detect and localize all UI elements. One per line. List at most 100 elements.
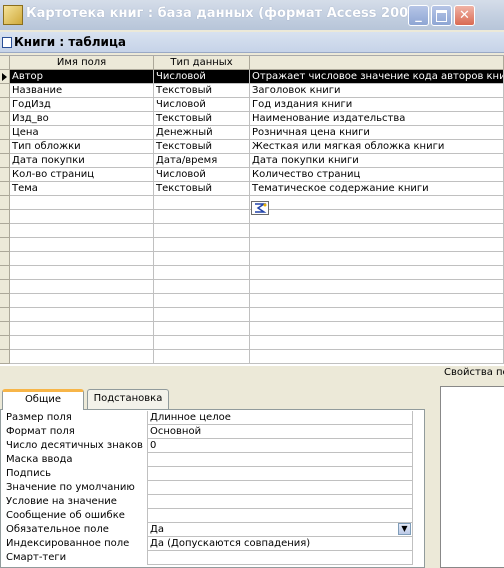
data-type-cell[interactable] — [154, 336, 250, 349]
property-value[interactable] — [147, 551, 413, 565]
row-selector[interactable] — [0, 266, 10, 280]
data-type-cell[interactable]: Текстовый — [154, 140, 250, 153]
table-row[interactable] — [10, 336, 504, 350]
grid-corner[interactable] — [0, 56, 10, 70]
row-selector[interactable] — [0, 336, 10, 350]
field-name-cell[interactable] — [10, 294, 154, 307]
row-selector[interactable] — [0, 210, 10, 224]
data-type-cell[interactable]: Числовой — [154, 98, 250, 111]
field-name-cell[interactable] — [10, 322, 154, 335]
field-name-cell[interactable] — [10, 308, 154, 321]
maximize-button[interactable] — [431, 5, 452, 26]
data-type-cell[interactable] — [154, 266, 250, 279]
row-selector[interactable] — [0, 140, 10, 154]
table-row[interactable] — [10, 350, 504, 364]
data-type-cell[interactable] — [154, 210, 250, 223]
data-type-cell[interactable] — [154, 308, 250, 321]
description-cell[interactable]: Тематическое содержание книги — [250, 182, 504, 195]
minimize-button[interactable]: _ — [408, 5, 429, 26]
row-selector[interactable] — [0, 182, 10, 196]
property-value[interactable]: Да ▼ — [147, 523, 413, 537]
field-name-cell[interactable] — [10, 336, 154, 349]
data-type-cell[interactable] — [154, 224, 250, 237]
row-selector[interactable] — [0, 294, 10, 308]
field-name-cell[interactable] — [10, 350, 154, 363]
description-cell[interactable] — [250, 280, 504, 293]
description-cell[interactable] — [250, 350, 504, 363]
row-selector[interactable] — [0, 224, 10, 238]
data-type-cell[interactable] — [154, 322, 250, 335]
field-name-cell[interactable]: Автор — [10, 70, 154, 83]
table-row[interactable]: Дата покупки Дата/время Дата покупки книги — [10, 154, 504, 168]
table-row[interactable]: Тема Текстовый Тематическое содержание кни… — [10, 182, 504, 196]
data-type-cell[interactable] — [154, 196, 250, 209]
row-selector[interactable] — [0, 70, 10, 84]
table-row[interactable] — [10, 266, 504, 280]
dropdown-arrow-icon[interactable]: ▼ — [398, 523, 411, 535]
row-selector[interactable] — [0, 252, 10, 266]
data-type-cell[interactable]: Дата/время — [154, 154, 250, 167]
row-selector[interactable] — [0, 238, 10, 252]
property-value[interactable]: 0 — [147, 439, 413, 453]
field-name-cell[interactable] — [10, 280, 154, 293]
field-name-cell[interactable]: Цена — [10, 126, 154, 139]
data-type-cell[interactable]: Текстовый — [154, 112, 250, 125]
description-cell[interactable]: Год издания книги — [250, 98, 504, 111]
table-row[interactable] — [10, 308, 504, 322]
field-name-cell[interactable] — [10, 252, 154, 265]
property-value[interactable] — [147, 481, 413, 495]
table-row[interactable]: ГодИзд Числовой Год издания книги — [10, 98, 504, 112]
data-type-cell[interactable]: Текстовый — [154, 182, 250, 195]
data-type-cell[interactable] — [154, 350, 250, 363]
table-row[interactable]: Изд_во Текстовый Наименование издательства — [10, 112, 504, 126]
property-value[interactable]: Длинное целое — [147, 411, 413, 425]
field-name-cell[interactable]: Название — [10, 84, 154, 97]
tab-general[interactable]: Общие — [2, 389, 84, 410]
description-cell[interactable] — [250, 336, 504, 349]
property-value[interactable] — [147, 509, 413, 523]
description-cell[interactable] — [250, 224, 504, 237]
field-name-cell[interactable] — [10, 196, 154, 209]
row-selector[interactable] — [0, 280, 10, 294]
description-cell[interactable] — [250, 210, 504, 223]
description-cell[interactable]: Наименование издательства — [250, 112, 504, 125]
table-row[interactable]: Цена Денежный Розничная цена книги — [10, 126, 504, 140]
field-name-cell[interactable]: Дата покупки — [10, 154, 154, 167]
row-selector[interactable] — [0, 126, 10, 140]
description-cell[interactable] — [250, 266, 504, 279]
property-value[interactable] — [147, 453, 413, 467]
description-cell[interactable]: Отражает числовое значение кода авторов … — [250, 70, 504, 83]
description-cell[interactable] — [250, 308, 504, 321]
property-value[interactable]: Основной — [147, 425, 413, 439]
description-cell[interactable] — [250, 322, 504, 335]
description-cell[interactable] — [250, 252, 504, 265]
table-row[interactable] — [10, 280, 504, 294]
row-selector[interactable] — [0, 84, 10, 98]
description-cell[interactable] — [250, 294, 504, 307]
tab-lookup[interactable]: Подстановка — [87, 389, 169, 409]
builder-button[interactable] — [251, 201, 269, 215]
field-name-cell[interactable]: ГодИзд — [10, 98, 154, 111]
field-name-cell[interactable] — [10, 266, 154, 279]
description-cell[interactable]: Жесткая или мягкая обложка книги — [250, 140, 504, 153]
field-name-cell[interactable]: Тип обложки — [10, 140, 154, 153]
table-row[interactable] — [10, 238, 504, 252]
data-type-cell[interactable]: Денежный — [154, 126, 250, 139]
table-row[interactable] — [10, 252, 504, 266]
property-value[interactable]: Да (Допускаются совпадения) — [147, 537, 413, 551]
property-value[interactable] — [147, 467, 413, 481]
table-row[interactable]: Автор Числовой Отражает числовое значение … — [10, 70, 504, 84]
field-name-cell[interactable] — [10, 224, 154, 237]
data-type-cell[interactable] — [154, 252, 250, 265]
property-value[interactable] — [147, 495, 413, 509]
row-selector[interactable] — [0, 154, 10, 168]
row-selector[interactable] — [0, 308, 10, 322]
data-type-cell[interactable] — [154, 294, 250, 307]
table-row[interactable]: Тип обложки Текстовый Жесткая или мягкая о… — [10, 140, 504, 154]
description-cell[interactable]: Заголовок книги — [250, 84, 504, 97]
field-name-cell[interactable] — [10, 210, 154, 223]
data-type-cell[interactable] — [154, 280, 250, 293]
row-selector[interactable] — [0, 98, 10, 112]
row-selector[interactable] — [0, 168, 10, 182]
description-cell[interactable]: Количество страниц — [250, 168, 504, 181]
